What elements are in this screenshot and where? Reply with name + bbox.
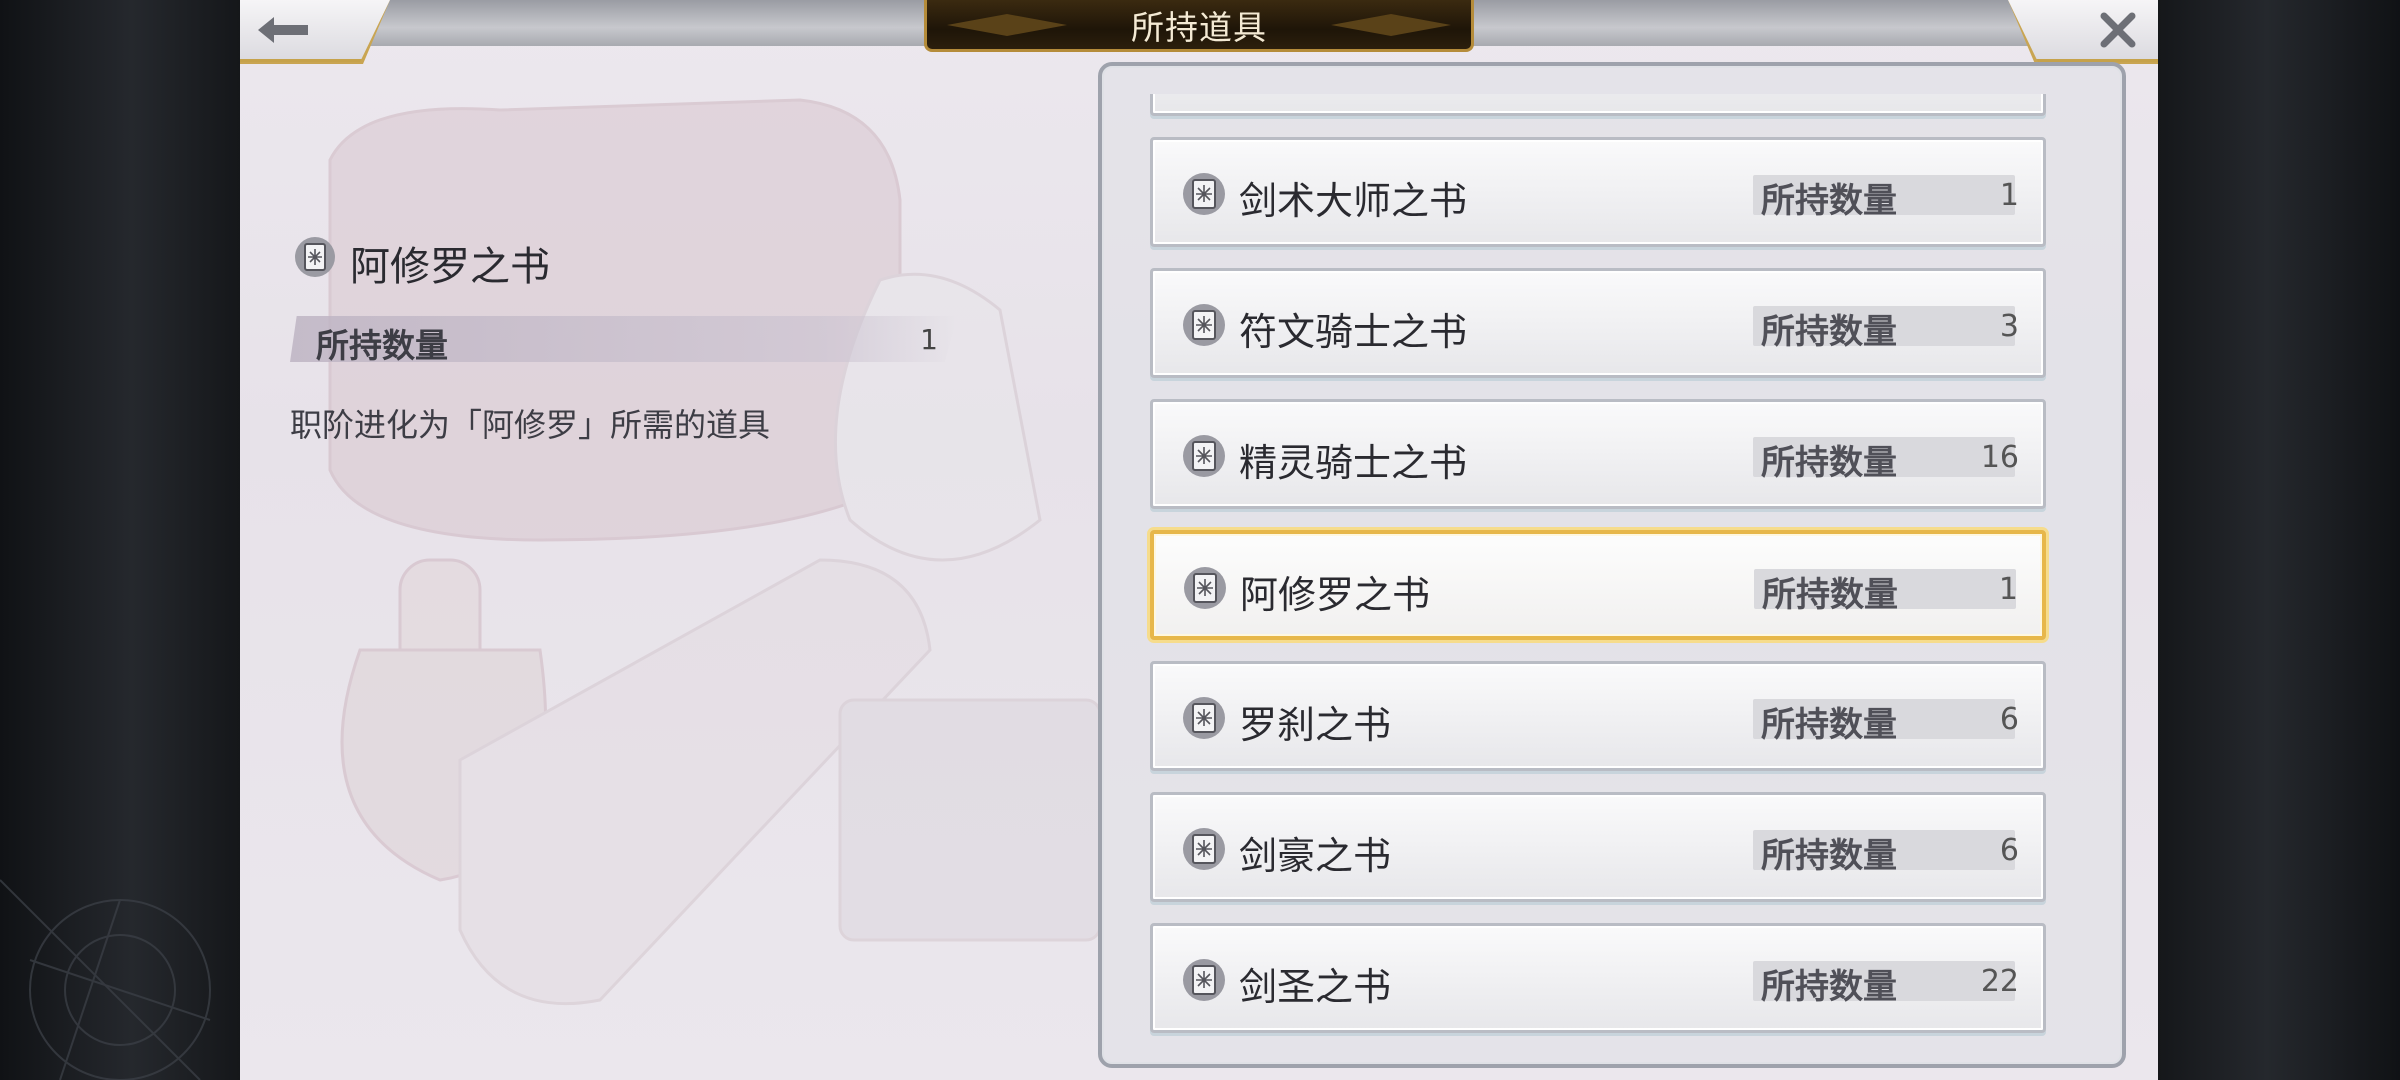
item-list[interactable]: 暗影骑士之书所持数量4剑术大师之书所持数量1符文骑士之书所持数量3精灵骑士之书所… [1102,94,2122,1044]
item-name: 剑豪之书 [1239,834,1392,878]
item-qty-value: 16 [1980,440,2019,475]
book-icon [1181,171,1227,217]
quantity-label: 所持数量 [316,326,448,365]
book-icon [1181,695,1227,741]
item-qty-value: 3 [1999,309,2019,344]
item-qty-value: 6 [1999,833,2019,868]
book-icon [1181,957,1227,1003]
title-plate: 所持道具 [924,0,1474,52]
item-qty-value: 1 [1998,572,2018,607]
item-qty-label: 所持数量 [1761,312,1897,352]
book-icon [1182,565,1228,611]
arrow-left-icon [258,16,308,43]
item-row[interactable]: 暗影骑士之书所持数量4 [1150,94,2046,116]
quantity-value: 1 [920,323,938,356]
item-qty-value: 22 [1980,964,2019,999]
book-icon [1181,826,1227,872]
book-icon [295,237,335,277]
ornament-icon [1331,14,1451,36]
ornament-icon [947,14,1067,36]
gear-decoration [0,879,211,1080]
right-frame [2158,0,2400,1080]
item-row[interactable]: 罗刹之书 所持数量 6 [1150,661,2046,771]
item-row[interactable]: 精灵骑士之书 所持数量 16 [1150,399,2046,509]
item-qty-label: 所持数量 [1761,181,1897,221]
item-name: 符文骑士之书 [1239,310,1468,354]
item-row[interactable]: 剑豪之书 所持数量 6 [1150,792,2046,902]
selected-item-name: 阿修罗之书 [350,244,550,290]
book-icon [1181,433,1227,479]
item-qty-value: 1 [1999,178,2019,213]
item-name: 罗刹之书 [1239,703,1392,747]
page-title: 所持道具 [1131,7,1267,47]
item-row[interactable]: 阿修罗之书 所持数量 1 [1150,530,2046,640]
item-qty-label: 所持数量 [1761,967,1897,1007]
left-frame [0,0,240,1080]
item-name: 精灵骑士之书 [1239,441,1468,485]
book-icon [1181,302,1227,348]
item-panel: 所持道具 阿修罗之书 所持数量 1 职阶进化为「阿修罗」所需的道具 暗影骑士之书… [240,0,2158,1080]
item-name: 阿修罗之书 [1240,573,1431,617]
item-qty-value: 6 [1999,702,2019,737]
item-qty-label: 所持数量 [1761,836,1897,876]
item-name: 剑术大师之书 [1239,179,1468,223]
item-qty-label: 所持数量 [1761,443,1897,483]
item-name: 剑圣之书 [1239,965,1392,1009]
item-description: 职阶进化为「阿修罗」所需的道具 [290,406,771,444]
item-qty-label: 所持数量 [1762,575,1898,615]
item-row[interactable]: 剑圣之书 所持数量 22 [1150,923,2046,1033]
item-row[interactable]: 符文骑士之书 所持数量 3 [1150,268,2046,378]
item-row[interactable]: 剑术大师之书 所持数量 1 [1150,137,2046,247]
item-list-frame: 暗影骑士之书所持数量4剑术大师之书所持数量1符文骑士之书所持数量3精灵骑士之书所… [1098,62,2126,1068]
close-x-icon [2100,12,2136,47]
item-qty-label: 所持数量 [1761,705,1897,745]
bag-illustration [328,98,1102,1006]
